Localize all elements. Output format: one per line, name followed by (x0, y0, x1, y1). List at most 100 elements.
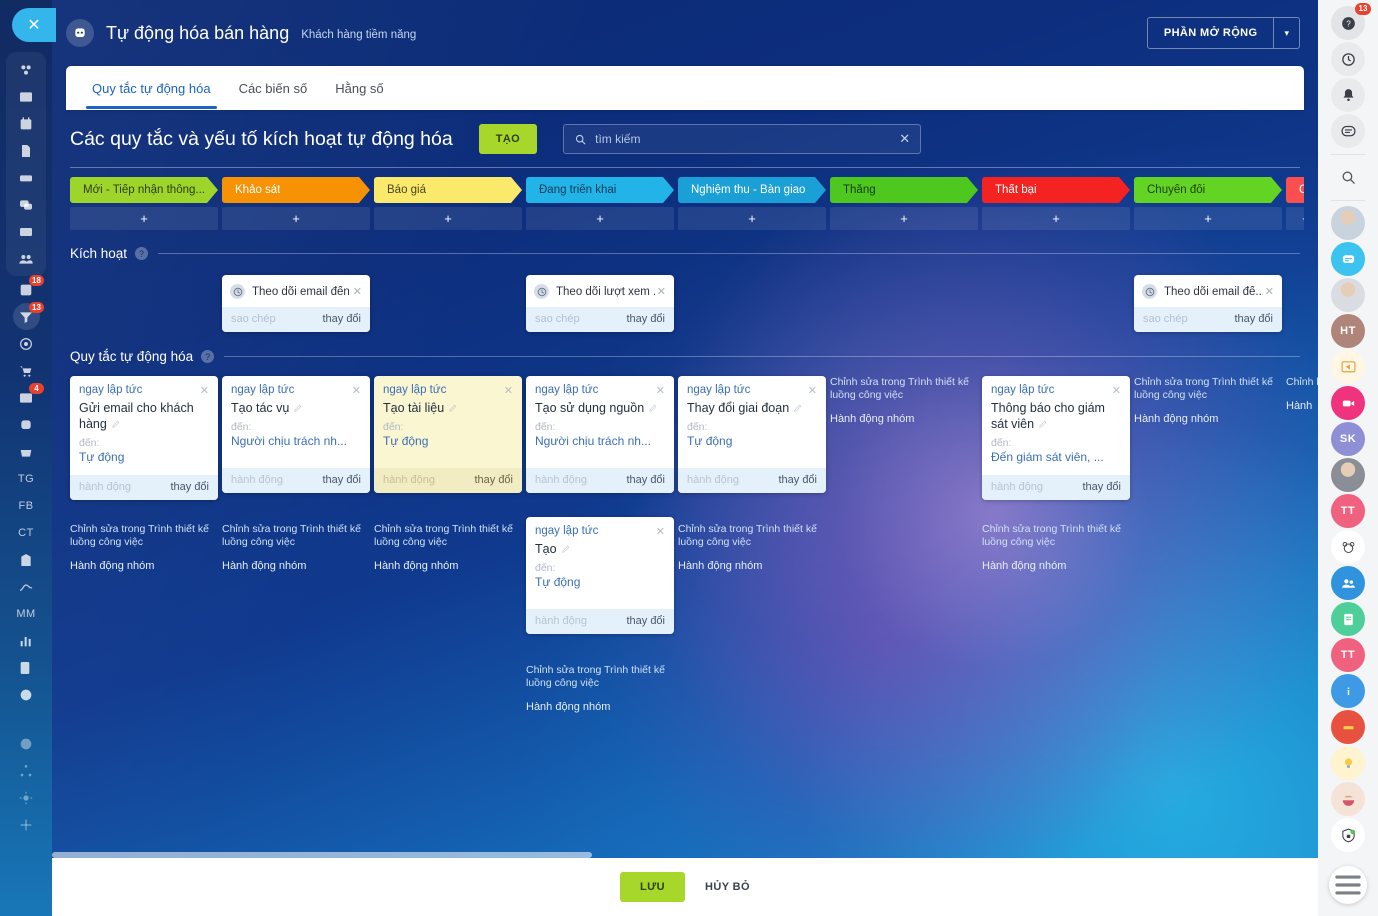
close-icon[interactable]: ✕ (1112, 384, 1121, 397)
rule-card[interactable]: ngay lập tức✕Gửi email cho khách hàngđến… (70, 376, 218, 500)
trigger-change-label[interactable]: thay đổi (626, 313, 665, 325)
search-clear-icon[interactable]: ✕ (899, 131, 910, 147)
right-sidebar-item-sk[interactable]: SK (1331, 422, 1365, 456)
stage-tab-6[interactable]: Thất bại (982, 177, 1130, 203)
sidebar-item-target-icon[interactable] (6, 330, 46, 357)
rule-change-label[interactable]: thay đổi (322, 474, 361, 486)
sidebar-item-check-circle-icon[interactable] (6, 681, 46, 708)
sidebar-item-tg[interactable]: TG (6, 465, 46, 492)
right-sidebar-item-shield-lock-icon[interactable] (1331, 818, 1365, 852)
sidebar-item-gear-icon[interactable] (6, 784, 46, 811)
group-action-link[interactable]: Hành động nhóm (526, 701, 674, 713)
right-sidebar-item-info-icon[interactable] (1331, 674, 1365, 708)
rule-action-label[interactable]: hành động (991, 481, 1043, 493)
rule-action-label[interactable]: hành động (687, 474, 739, 486)
sidebar-item-bot-icon[interactable] (6, 411, 46, 438)
stage-add-button-2[interactable]: + (374, 207, 522, 230)
trigger-card[interactable]: Theo dõi email đế...✕sao chépthay đổi (1134, 275, 1282, 332)
pencil-icon[interactable] (448, 403, 458, 413)
stage-tab-3[interactable]: Đang triển khai (526, 177, 674, 203)
rule-action-label[interactable]: hành động (535, 615, 587, 627)
right-sidebar-item-search-icon[interactable] (1331, 160, 1365, 194)
close-icon[interactable]: ✕ (504, 384, 513, 397)
close-icon[interactable]: ✕ (808, 384, 817, 397)
sidebar-item-question-icon[interactable] (6, 730, 46, 757)
close-icon[interactable]: ✕ (657, 285, 666, 298)
rule-action-label[interactable]: hành động (79, 481, 131, 493)
sidebar-item-company-icon[interactable] (6, 546, 46, 573)
group-action-link[interactable]: Hành động nhóm (678, 560, 826, 572)
trigger-copy-label[interactable]: sao chép (231, 313, 276, 325)
right-sidebar-item-user-photo-avatar[interactable] (1331, 206, 1365, 240)
scrollbar-thumb[interactable] (52, 852, 592, 858)
right-sidebar-item-food-icon[interactable] (1331, 782, 1365, 816)
stage-add-button-5[interactable]: + (830, 207, 978, 230)
right-sidebar-item-bulb-icon[interactable] (1331, 746, 1365, 780)
group-action-link[interactable]: Hành động nhóm (982, 560, 1130, 572)
group-action-link[interactable]: Hành động nhóm (374, 560, 522, 572)
right-sidebar-item-comment-icon[interactable] (1331, 114, 1365, 148)
rule-change-label[interactable]: thay đổi (626, 474, 665, 486)
close-icon[interactable]: ✕ (352, 384, 361, 397)
sidebar-item-signature-icon[interactable] (6, 573, 46, 600)
stage-tab-0[interactable]: Mới - Tiếp nhận thông... (70, 177, 218, 203)
sidebar-item-analytics-icon[interactable] (6, 627, 46, 654)
tab-1[interactable]: Các biến số (225, 68, 322, 108)
sidebar-item-contacts-icon[interactable]: 4 (6, 384, 46, 411)
question-icon[interactable]: ? (201, 350, 214, 363)
sidebar-item-basket-icon[interactable] (6, 438, 46, 465)
horizontal-scrollbar[interactable] (52, 852, 1318, 858)
rule-card[interactable]: ngay lập tức✕Tạo tác vụđến:Người chịu tr… (222, 376, 370, 493)
right-sidebar-item-megaphone-icon[interactable] (1331, 350, 1365, 384)
stage-add-button-0[interactable]: + (70, 207, 218, 230)
sidebar-item-mail-icon[interactable] (6, 218, 46, 245)
pencil-icon[interactable] (293, 403, 303, 413)
close-icon[interactable]: ✕ (200, 384, 209, 397)
question-icon[interactable]: ? (135, 247, 148, 260)
sidebar-item-news-icon[interactable] (6, 83, 46, 110)
right-sidebar-item-note-icon[interactable] (1331, 602, 1365, 636)
rule-change-label[interactable]: thay đổi (778, 474, 817, 486)
sidebar-item-chat-icon[interactable] (6, 191, 46, 218)
sidebar-item-funnel-icon[interactable]: 13 (6, 303, 46, 330)
tab-2[interactable]: Hằng số (321, 68, 397, 108)
trigger-change-label[interactable]: thay đổi (322, 313, 361, 325)
close-icon[interactable]: ✕ (353, 285, 362, 298)
group-action-link[interactable]: Hành động nhóm (1134, 413, 1282, 425)
sidebar-item-sitemap-icon[interactable] (6, 757, 46, 784)
search-box[interactable]: ✕ (563, 124, 921, 154)
right-sidebar-item-tt[interactable]: TT (1331, 494, 1365, 528)
sidebar-item-tasks-icon[interactable]: 18 (6, 276, 46, 303)
sidebar-item-group-icon[interactable] (6, 245, 46, 272)
stage-add-button-8[interactable]: + (1286, 207, 1304, 230)
stage-tab-5[interactable]: Thắng (830, 177, 978, 203)
expand-button[interactable]: PHẦN MỞ RỘNG ▾ (1147, 17, 1300, 49)
group-action-link[interactable]: Hành động nhóm (222, 560, 370, 572)
right-sidebar-item-user-photo-avatar[interactable] (1331, 458, 1365, 492)
rule-card[interactable]: ngay lập tức✕Thay đổi giai đoạnđến:Tự độ… (678, 376, 826, 493)
group-action-link[interactable]: Hành động nhóm (70, 560, 218, 572)
trigger-card[interactable]: Theo dõi email đến✕sao chépthay đổi (222, 275, 370, 332)
pencil-icon[interactable] (111, 419, 121, 429)
rule-card[interactable]: ngay lập tức✕Tạo tài liệuđến:Tự độnghành… (374, 376, 522, 493)
group-action-link[interactable]: Hành động nhóm (830, 413, 978, 425)
pencil-icon[interactable] (648, 403, 658, 413)
stage-add-button-3[interactable]: + (526, 207, 674, 230)
pencil-icon[interactable] (561, 544, 571, 554)
close-icon[interactable]: ✕ (656, 384, 665, 397)
save-button[interactable]: LƯU (620, 872, 685, 902)
tab-0[interactable]: Quy tắc tự động hóa (78, 68, 225, 108)
right-sidebar-item-help-icon[interactable]: ?13 (1331, 6, 1365, 40)
rule-change-label[interactable]: thay đổi (1082, 481, 1121, 493)
rule-change-label[interactable]: thay đổi (170, 481, 209, 493)
right-sidebar-item-user-photo-avatar[interactable] (1331, 278, 1365, 312)
menu-icon[interactable] (1329, 866, 1367, 904)
trigger-change-label[interactable]: thay đổi (1234, 313, 1273, 325)
close-icon[interactable]: ✕ (656, 525, 665, 538)
stage-add-button-6[interactable]: + (982, 207, 1130, 230)
right-sidebar-item-people-icon[interactable] (1331, 566, 1365, 600)
create-button[interactable]: TẠO (479, 124, 537, 154)
rule-card[interactable]: ngay lập tức✕Tạođến:Tự độnghành độngthay… (526, 517, 674, 634)
sidebar-item-calendar-icon[interactable] (6, 110, 46, 137)
sidebar-item-mm[interactable]: MM (6, 600, 46, 627)
